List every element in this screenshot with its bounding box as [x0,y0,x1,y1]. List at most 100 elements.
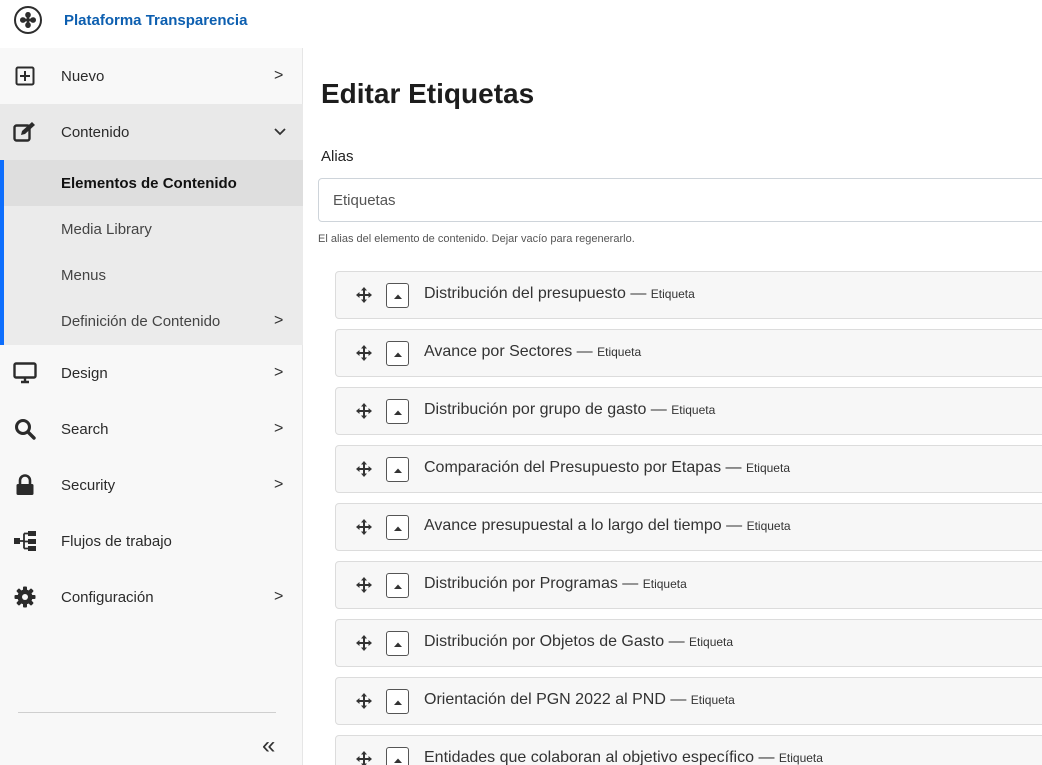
drag-handle-icon[interactable] [354,343,374,363]
monitor-icon [12,360,38,386]
chevron-up-icon [393,635,403,653]
drag-handle-icon[interactable] [354,459,374,479]
chevron-down-icon [274,123,286,141]
item-title: Orientación del PGN 2022 al PND [424,691,666,708]
sidebar-item-label: Flujos de trabajo [61,532,172,550]
sidebar-item-design[interactable]: Design > [0,345,303,401]
item-title-line[interactable]: Distribución del presupuesto — Etiqueta [424,285,695,303]
edit-icon [12,119,38,145]
list-item[interactable]: Orientación del PGN 2022 al PND — Etique… [335,677,1042,725]
chevron-up-icon [393,751,403,765]
collapse-toggle-button[interactable] [386,689,409,714]
item-type: Etiqueta [745,461,790,475]
list-item[interactable]: Avance presupuestal a lo largo del tiemp… [335,503,1042,551]
sidebar-item-configuracion[interactable]: Configuración > [0,569,303,625]
sidebar-item-security[interactable]: Security > [0,457,303,513]
sidebar-item-nuevo[interactable]: Nuevo > [0,48,303,104]
gear-icon [12,584,38,610]
submenu-item-media-library[interactable]: Media Library [4,206,303,252]
chevron-up-icon [393,287,403,305]
item-title: Avance por Sectores [424,343,573,360]
drag-handle-icon[interactable] [354,285,374,305]
collapse-sidebar-icon[interactable]: « [262,732,275,760]
list-item[interactable]: Comparación del Presupuesto por Etapas —… [335,445,1042,493]
item-type: Etiqueta [671,403,716,417]
submenu-item-definicion[interactable]: Definición de Contenido > [4,298,303,344]
item-title: Distribución del presupuesto [424,285,626,302]
page-title: Editar Etiquetas [321,78,535,109]
list-item[interactable]: Entidades que colaboran al objetivo espe… [335,735,1042,765]
item-separator: — [754,749,779,765]
lock-icon [12,472,38,498]
item-title: Distribución por grupo de gasto [424,401,647,418]
sidebar-item-flujos[interactable]: Flujos de trabajo [0,513,303,569]
drag-handle-icon[interactable] [354,517,374,537]
list-item[interactable]: Distribución por Programas — Etiqueta [335,561,1042,609]
submenu-item-menus[interactable]: Menus [4,252,303,298]
item-separator: — [572,343,598,360]
list-item[interactable]: Avance por Sectores — Etiqueta [335,329,1042,377]
sidebar-item-contenido[interactable]: Contenido [0,104,303,160]
chevron-right-icon: > [274,420,284,437]
submenu-item-elementos[interactable]: Elementos de Contenido [4,160,303,206]
chevron-up-icon [393,403,403,421]
sidebar-item-label: Contenido [61,123,130,141]
chevron-up-icon [393,577,403,595]
list-item[interactable]: Distribución del presupuesto — Etiqueta [335,271,1042,319]
drag-handle-icon[interactable] [354,749,374,765]
collapse-toggle-button[interactable] [386,399,409,424]
brand-title[interactable]: Plataforma Transparencia [64,12,247,29]
chevron-right-icon: > [274,364,284,381]
drag-handle-icon[interactable] [354,575,374,595]
main-content: Editar Etiquetas Alias El alias del elem… [303,48,1042,765]
item-type: Etiqueta [597,345,642,359]
item-title-line[interactable]: Distribución por Objetos de Gasto — Etiq… [424,633,733,651]
item-type: Etiqueta [690,693,735,707]
item-type: Etiqueta [746,519,791,533]
sidebar: Nuevo > Contenido Elementos de Contenido… [0,48,303,765]
sidebar-item-label: Security [61,476,116,494]
sidebar-item-label: Configuración [61,588,154,606]
item-title: Comparación del Presupuesto por Etapas [424,459,722,476]
item-separator: — [664,633,690,650]
collapse-toggle-button[interactable] [386,341,409,366]
item-title-line[interactable]: Entidades que colaboran al objetivo espe… [424,749,823,765]
item-title-line[interactable]: Distribución por Programas — Etiqueta [424,575,687,593]
top-bar: Plataforma Transparencia [0,0,1042,48]
drag-handle-icon[interactable] [354,401,374,421]
drag-handle-icon[interactable] [354,691,374,711]
list-item[interactable]: Distribución por Objetos de Gasto — Etiq… [335,619,1042,667]
chevron-up-icon [393,461,403,479]
item-title-line[interactable]: Orientación del PGN 2022 al PND — Etique… [424,691,735,709]
plus-square-icon [12,63,38,89]
collapse-toggle-button[interactable] [386,631,409,656]
chevron-up-icon [393,519,403,537]
sidebar-item-label: Design [61,364,108,382]
item-separator: — [625,285,651,302]
submenu-item-label: Media Library [61,220,152,238]
collapse-toggle-button[interactable] [386,515,409,540]
logo-icon[interactable] [14,6,42,34]
collapse-toggle-button[interactable] [386,573,409,598]
drag-handle-icon[interactable] [354,633,374,653]
sidebar-item-search[interactable]: Search > [0,401,303,457]
item-title-line[interactable]: Avance por Sectores — Etiqueta [424,343,641,361]
item-type: Etiqueta [650,287,695,301]
list-item[interactable]: Distribución por grupo de gasto — Etique… [335,387,1042,435]
collapse-toggle-button[interactable] [386,747,409,765]
item-title-line[interactable]: Comparación del Presupuesto por Etapas —… [424,459,790,477]
item-separator: — [721,517,747,534]
item-separator: — [646,401,672,418]
item-title-line[interactable]: Avance presupuestal a lo largo del tiemp… [424,517,791,535]
item-title-line[interactable]: Distribución por grupo de gasto — Etique… [424,401,715,419]
chevron-up-icon [393,345,403,363]
chevron-right-icon: > [274,588,284,605]
sidebar-item-label: Nuevo [61,67,105,85]
alias-hint: El alias del elemento de contenido. Deja… [318,233,635,245]
collapse-toggle-button[interactable] [386,283,409,308]
alias-input[interactable] [318,178,1042,222]
collapse-toggle-button[interactable] [386,457,409,482]
chevron-up-icon [393,693,403,711]
item-title: Entidades que colaboran al objetivo espe… [424,749,754,765]
submenu-item-label: Definición de Contenido [61,312,221,330]
